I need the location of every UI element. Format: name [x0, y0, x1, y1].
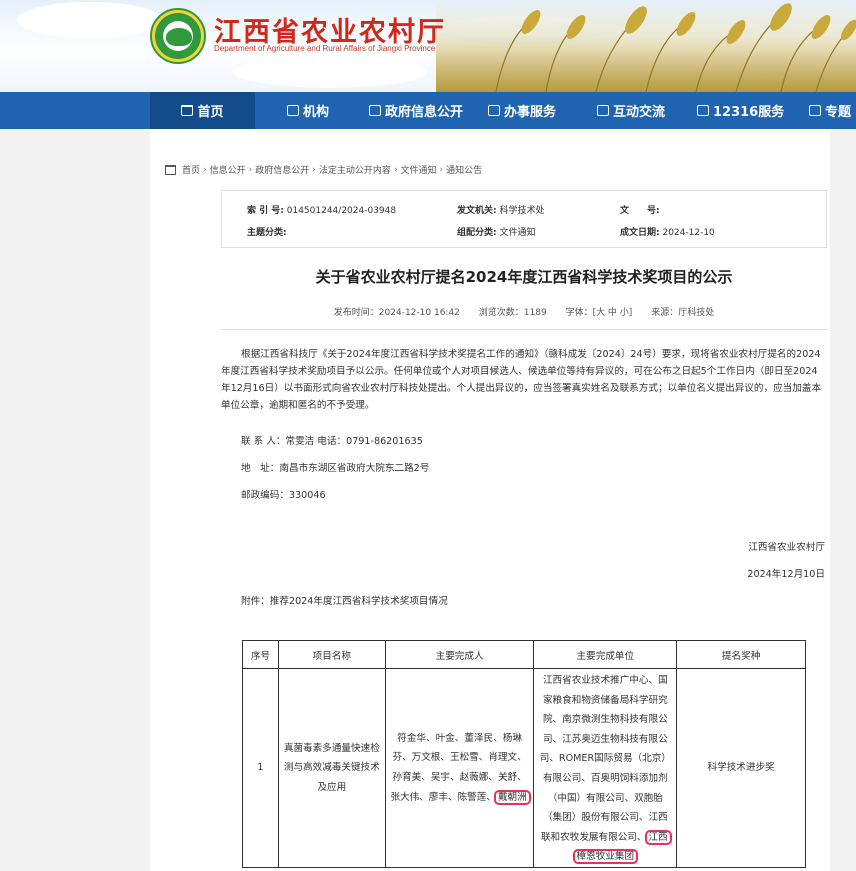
nav-item-home[interactable]: 首页	[150, 92, 255, 129]
row-number: 1	[242, 668, 279, 868]
nav-item-12316[interactable]: 12316服务	[697, 92, 784, 129]
nav-item-label: 机构	[303, 105, 330, 120]
article-title: 关于省农业农村厅提名2024年度江西省科学技术奖项目的公示	[315, 268, 733, 286]
table-header: 提名奖种	[676, 640, 806, 669]
breadcrumb-item-gov-info[interactable]: 政府信息公开	[255, 163, 309, 176]
nav-item-label: 政府信息公开	[385, 105, 464, 120]
title-divider	[221, 329, 827, 330]
table-header-row: 序号 项目名称 主要完成人 主要完成单位 提名奖种	[242, 640, 806, 669]
nav-item-services[interactable]: 办事服务	[488, 92, 556, 129]
right-margin	[830, 129, 856, 871]
main-contributors: 符金华、叶金、董泽民、杨琳芬、万文根、王松雪、肖理文、孙育美、吴宇、赵薇娜、关舒…	[384, 668, 535, 868]
nav-item-organization[interactable]: 机构	[287, 92, 329, 129]
header-banner: 江西省农业农村厅 Department of Agriculture and R…	[0, 0, 856, 92]
nav-item-label: 专题	[825, 105, 852, 120]
highlight-box: 戴朝洲	[493, 789, 531, 805]
nav-item-label: 首页	[197, 105, 224, 120]
breadcrumb-item-legal[interactable]: 法定主动公开内容	[319, 163, 391, 176]
table-row: 1 真菌毒素多通量快速检测与高效减毒关键技术及应用 符金华、叶金、董泽民、杨琳芬…	[242, 668, 806, 868]
nav-item-interaction[interactable]: 互动交流	[597, 92, 665, 129]
left-margin	[0, 129, 150, 871]
service-icon	[488, 105, 500, 116]
breadcrumb-item-notices[interactable]: 文件通知	[401, 163, 437, 176]
department-logo[interactable]	[150, 8, 206, 64]
highlight-box: 江西	[644, 829, 672, 845]
meta-date: 成文日期: 2024-12-10	[620, 228, 715, 238]
building-icon	[287, 105, 299, 116]
home-icon	[165, 164, 176, 175]
article-source: 来源：厅科技处	[651, 308, 715, 318]
article-paragraph: 根据江西省科技厅《关于2024年度江西省科学技术奖提名工作的通知》（赣科成发〔2…	[221, 349, 822, 411]
postcode-line: 邮政编码：330046	[241, 490, 326, 501]
publish-time: 发布时间：2024-12-10 16:42	[333, 308, 460, 318]
nav-item-label: 办事服务	[504, 105, 557, 120]
phone-icon	[697, 105, 709, 116]
breadcrumb: 首页 › 信息公开 › 政府信息公开 › 法定主动公开内容 › 文件通知 › 通知公告	[165, 163, 482, 176]
nav-item-gov-info[interactable]: 政府信息公开	[369, 92, 463, 129]
main-nav: 首页 机构 政府信息公开 办事服务 互动交流 12316服务 专题	[0, 92, 856, 129]
meta-docno: 文 号:	[620, 206, 660, 216]
main-units: 江西省农业技术推广中心、国家粮食和物资储备局科学研究院、南京微测生物科技有限公司…	[533, 668, 678, 868]
breadcrumb-item-info[interactable]: 信息公开	[210, 163, 246, 176]
meta-issuer: 发文机关: 科学技术处	[457, 206, 545, 216]
nav-item-label: 互动交流	[613, 105, 666, 120]
address-line: 地 址：南昌市东湖区省政府大院东二路2号	[241, 463, 430, 474]
project-table: 序号 项目名称 主要完成人 主要完成单位 提名奖种 1 真菌毒素多通量快速检测与…	[242, 640, 806, 868]
award-type: 科学技术进步奖	[676, 668, 806, 868]
site-subtitle: Department of Agriculture and Rural Affa…	[214, 44, 436, 53]
table-header: 项目名称	[277, 640, 386, 669]
view-count: 浏览次数：1189	[478, 308, 547, 318]
sign-date: 2024年12月10日	[747, 569, 825, 580]
highlight-box: 樟恩牧业集团	[572, 849, 639, 865]
table-header: 主要完成单位	[533, 640, 678, 669]
project-name: 真菌毒素多通量快速检测与高效减毒关键技术及应用	[277, 668, 386, 868]
attachment-link[interactable]: 附件：推荐2024年度江西省科学技术奖项目情况	[241, 593, 448, 607]
article-info: 发布时间：2024-12-10 16:42 浏览次数：1189 字体：[大 中 …	[221, 305, 827, 318]
contact-line: 联 系 人：常雯洁 电话：0791-86201635	[241, 436, 423, 447]
meta-category: 组配分类: 文件通知	[457, 228, 536, 238]
home-icon	[181, 105, 194, 116]
table-header: 主要完成人	[384, 640, 535, 669]
table-header: 序号	[242, 640, 279, 669]
signature: 江西省农业农村厅	[748, 542, 825, 553]
font-size-switcher[interactable]: 字体：[大 中 小]	[566, 308, 633, 318]
document-icon	[809, 105, 821, 116]
banner-rice-field	[436, 0, 856, 92]
meta-topic: 主题分类:	[247, 228, 287, 238]
chat-icon	[597, 105, 609, 116]
document-meta-box: 索 引 号: 014501244/2024-03948 发文机关: 科学技术处 …	[221, 190, 827, 248]
meta-index: 索 引 号: 014501244/2024-03948	[247, 206, 397, 216]
breadcrumb-item-home[interactable]: 首页	[182, 163, 200, 176]
book-icon	[369, 105, 381, 116]
rice-stalks-illustration	[495, 3, 856, 92]
breadcrumb-item-announcements[interactable]: 通知公告	[446, 163, 482, 176]
nav-item-topics[interactable]: 专题	[809, 92, 851, 129]
nav-item-label: 12316服务	[713, 105, 785, 120]
